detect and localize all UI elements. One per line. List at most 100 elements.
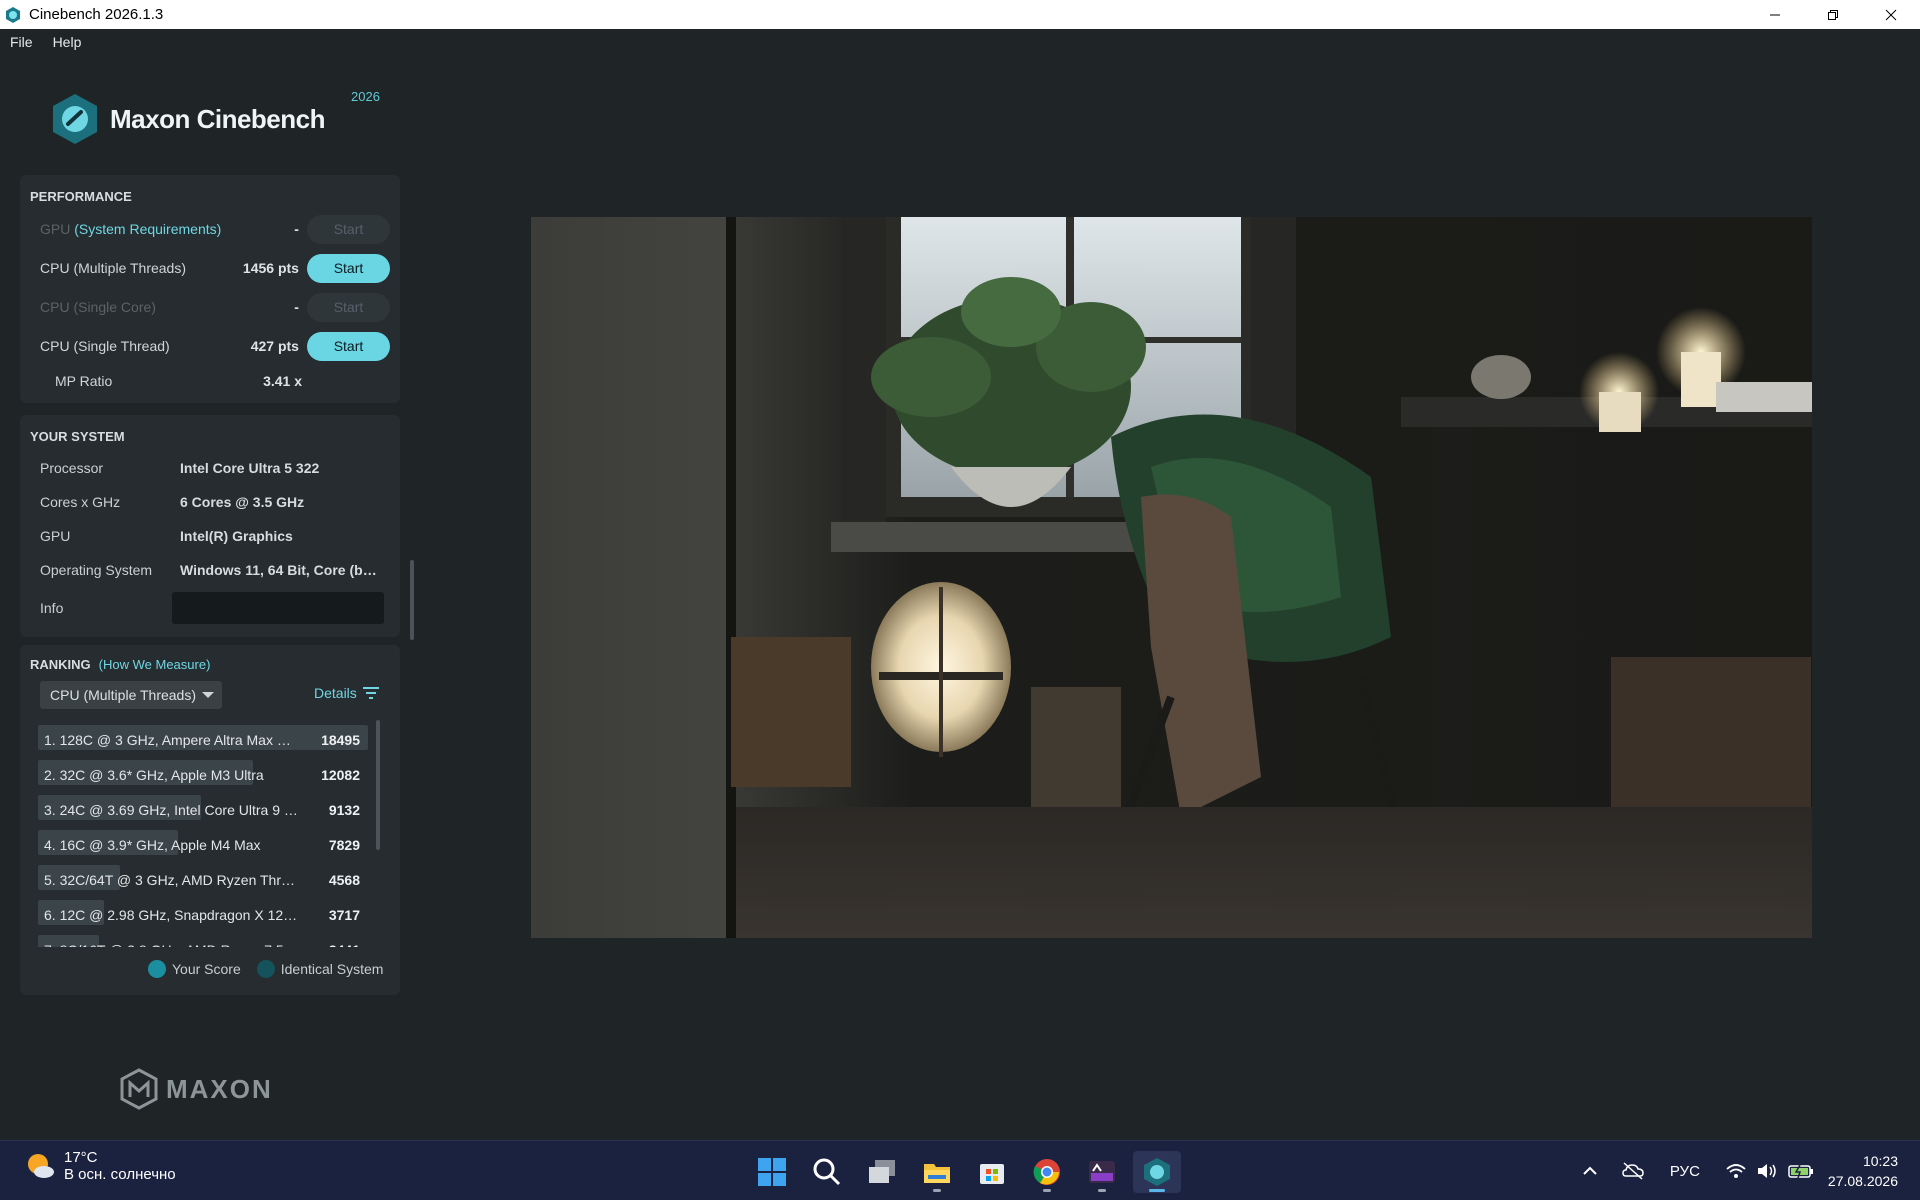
- search-icon: [813, 1158, 841, 1186]
- ranking-item-label: 6. 12C @ 2.98 GHz, Snapdragon X 12-co...: [44, 906, 300, 923]
- performance-panel: PERFORMANCE GPU (System Requirements) - …: [20, 175, 400, 403]
- ranking-item-label: 3. 24C @ 3.69 GHz, Intel Core Ultra 9 28…: [44, 801, 300, 818]
- mp-ratio-value: 3.41 x: [263, 373, 302, 389]
- system-panel: YOUR SYSTEM Processor Intel Core Ultra 5…: [20, 415, 400, 637]
- ranking-item[interactable]: 6. 12C @ 2.98 GHz, Snapdragon X 12-co...…: [38, 897, 368, 932]
- ranking-item[interactable]: 7. 8C/16T @ 3.8 GHz, AMD Ryzen 7 5800...…: [38, 932, 368, 947]
- cpu-single-thread-start-button[interactable]: Start: [306, 331, 390, 361]
- weather-desc: В осн. солнечно: [64, 1166, 176, 1183]
- ranking-item-label: 1. 128C @ 3 GHz, Ampere Altra Max Pr...: [44, 731, 300, 748]
- weather-sun-icon: [28, 1154, 54, 1178]
- system-title: YOUR SYSTEM: [30, 429, 125, 444]
- minimize-button[interactable]: [1746, 0, 1804, 29]
- minimize-icon: [1770, 14, 1780, 15]
- how-we-measure-link[interactable]: (How We Measure): [99, 657, 211, 672]
- ranking-item[interactable]: 1. 128C @ 3 GHz, Ampere Altra Max Pr... 1…: [38, 722, 368, 757]
- task-view-button[interactable]: [858, 1151, 906, 1193]
- ranking-item-score: 3717: [328, 906, 360, 923]
- gpu-score: -: [294, 221, 299, 237]
- chevron-up-icon[interactable]: [1582, 1163, 1598, 1179]
- system-requirements-link[interactable]: (System Requirements): [74, 221, 221, 237]
- performance-title: PERFORMANCE: [30, 189, 132, 204]
- onedrive-off-icon[interactable]: [1622, 1162, 1644, 1180]
- menu-bar: File Help: [0, 29, 1920, 55]
- gpu-start-button[interactable]: Start: [306, 214, 390, 244]
- gpu-info-value: Intel(R) Graphics: [180, 528, 293, 544]
- ranking-item[interactable]: 2. 32C @ 3.6* GHz, Apple M3 Ultra 12082: [38, 757, 368, 792]
- filter-icon: [362, 687, 379, 699]
- ranking-item[interactable]: 5. 32C/64T @ 3 GHz, AMD Ryzen Thread... 4…: [38, 862, 368, 897]
- info-row: Info: [40, 590, 395, 626]
- cpu-single-thread-label: CPU (Single Thread): [40, 338, 170, 354]
- processor-label: Processor: [40, 460, 104, 476]
- cores-value: 6 Cores @ 3.5 GHz: [180, 494, 305, 510]
- file-explorer-button[interactable]: [913, 1151, 961, 1193]
- folder-icon: [924, 1164, 950, 1183]
- restore-button[interactable]: [1804, 0, 1862, 29]
- ranking-panel: RANKING (How We Measure) CPU (Multiple Th…: [20, 645, 400, 995]
- gpu-label: GPU (System Requirements): [40, 221, 222, 237]
- gpu-info-row: GPU Intel(R) Graphics: [40, 521, 395, 551]
- taskbar-search-button[interactable]: [803, 1151, 851, 1193]
- ranking-item-score: 12082: [321, 766, 360, 783]
- ranking-scrollbar[interactable]: [376, 720, 380, 850]
- ranking-category-value: CPU (Multiple Threads): [50, 687, 197, 703]
- legend-identical-system: Identical System: [256, 960, 384, 978]
- ranking-category-select[interactable]: CPU (Multiple Threads): [40, 681, 222, 709]
- chevron-down-icon: [202, 692, 214, 698]
- ranking-item[interactable]: 4. 16C @ 3.9* GHz, Apple M4 Max 7829: [38, 827, 368, 862]
- ranking-item-score: 18495: [321, 731, 360, 748]
- aida-app-button[interactable]: [1078, 1151, 1126, 1193]
- title-bar: Cinebench 2026.1.3: [0, 0, 1920, 29]
- ranking-list[interactable]: 1. 128C @ 3 GHz, Ampere Altra Max Pr... 1…: [38, 722, 390, 947]
- ranking-legend: Your Score Identical System: [148, 960, 399, 978]
- info-input[interactable]: [172, 592, 384, 624]
- chrome-button[interactable]: [1023, 1151, 1071, 1193]
- restore-icon: [1828, 9, 1838, 20]
- battery-charging-icon[interactable]: [1788, 1163, 1814, 1179]
- clock-date: 27.08.2026: [1827, 1173, 1898, 1189]
- start-button[interactable]: [748, 1151, 796, 1193]
- cinebench-logo-icon: [53, 94, 97, 144]
- processor-row: Processor Intel Core Ultra 5 322: [40, 453, 395, 483]
- weather-temp: 17°C: [64, 1149, 98, 1166]
- logo-name: Maxon Cinebench: [110, 103, 325, 134]
- taskbar-apps: [748, 1151, 1188, 1193]
- cpu-multi-label: CPU (Multiple Threads): [40, 260, 187, 276]
- cores-label: Cores x GHz: [40, 494, 121, 510]
- menu-file[interactable]: File: [0, 34, 43, 50]
- input-language[interactable]: РУС: [1670, 1163, 1700, 1180]
- wifi-icon[interactable]: [1726, 1163, 1746, 1179]
- store-button[interactable]: [968, 1151, 1016, 1193]
- cpu-single-core-start-button[interactable]: Start: [306, 292, 390, 322]
- legend-identical-system-label: Identical System: [280, 961, 384, 977]
- volume-icon[interactable]: [1756, 1162, 1778, 1180]
- os-label: Operating System: [40, 562, 153, 578]
- cinebench-taskbar-button[interactable]: [1133, 1151, 1181, 1193]
- details-label: Details: [314, 685, 357, 701]
- gpu-row: GPU (System Requirements) - Start: [40, 213, 390, 245]
- cinebench-logo: Maxon Cinebench: [52, 93, 325, 145]
- ranking-item-score: 4568: [328, 871, 360, 888]
- ranking-item-score: 7829: [328, 836, 360, 853]
- weather-widget[interactable]: 17°C В осн. солнечно: [24, 1149, 176, 1183]
- sidebar-scrollbar[interactable]: [410, 560, 414, 640]
- windows-start-icon: [758, 1158, 786, 1186]
- details-button[interactable]: Details: [314, 685, 379, 701]
- maxon-logo-icon: [120, 1068, 158, 1110]
- ranking-item-label: 2. 32C @ 3.6* GHz, Apple M3 Ultra: [44, 766, 264, 783]
- menu-help[interactable]: Help: [43, 34, 92, 50]
- close-button[interactable]: [1862, 0, 1920, 29]
- clock[interactable]: 10:23 27.08.2026: [1814, 1151, 1920, 1191]
- taskbar: 17°C В осн. солнечно РУС 10:23 27.08.202…: [0, 1140, 1920, 1200]
- task-view-icon: [869, 1160, 895, 1183]
- aida-app-icon: [1089, 1161, 1115, 1183]
- logo-year: 2026: [351, 89, 380, 104]
- ranking-item[interactable]: 3. 24C @ 3.69 GHz, Intel Core Ultra 9 28…: [38, 792, 368, 827]
- cpu-single-core-score: -: [294, 299, 299, 315]
- window-title: Cinebench 2026.1.3: [29, 6, 164, 23]
- cinebench-app-icon: [6, 6, 20, 23]
- processor-value: Intel Core Ultra 5 322: [180, 460, 320, 476]
- cpu-multi-start-button[interactable]: Start: [306, 253, 390, 283]
- render-scene-image: [531, 217, 1812, 938]
